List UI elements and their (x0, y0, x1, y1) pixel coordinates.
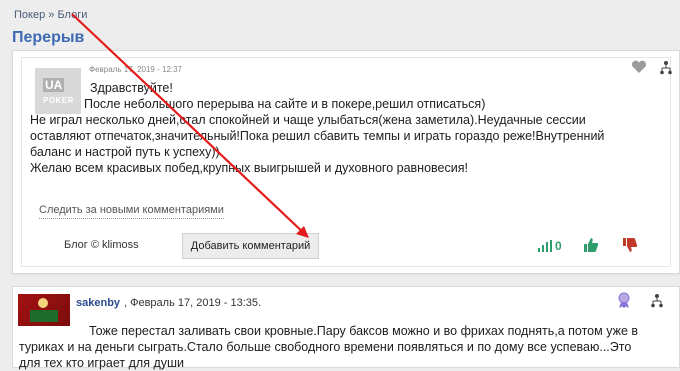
breadcrumb-link-blogs[interactable]: Блоги (57, 9, 87, 21)
post-date: Февраль 17, 2019 - 12:37 (89, 65, 183, 74)
logo: UA POKER (43, 76, 74, 105)
comment-avatar[interactable] (18, 294, 70, 326)
breadcrumb: Покер » Блоги (14, 9, 87, 21)
page-title: Перерыв (12, 29, 85, 46)
post-line: Желаю всем красивых побед,крупных выигры… (30, 161, 468, 175)
post-line: баланс и настрой путь к успеху)) (30, 145, 220, 159)
thumb-down-icon[interactable] (622, 237, 638, 258)
post-line: После небольшого перерыва на сайте и в п… (84, 97, 486, 111)
tree-icon[interactable] (659, 61, 673, 80)
logo-poker: POKER (43, 96, 74, 105)
comment: sakenby , Февраль 17, 2019 - 13:35. Тоже… (12, 286, 680, 370)
post-line: Не играл несколько дней,стал спокойней и… (30, 113, 586, 127)
rating[interactable]: 0 (538, 239, 562, 253)
comment-line: для тех кто играет для души (19, 356, 184, 370)
sun-shape (38, 298, 48, 308)
rating-icon (538, 240, 552, 252)
medal-icon (616, 291, 632, 314)
logo-ua: UA (43, 78, 65, 92)
comment-line: Тоже перестал заливать свои кровные.Пару… (89, 324, 639, 338)
breadcrumb-separator: » (48, 9, 55, 21)
comment-date: , Февраль 17, 2019 - 13:35. (124, 297, 262, 309)
blog-post: UA POKER Февраль 17, 2019 - 12:37 Здравс… (12, 50, 680, 274)
heart-icon[interactable] (631, 60, 647, 79)
author-avatar[interactable]: UA POKER (35, 68, 81, 114)
post-line: Здравствуйте! (90, 81, 173, 95)
blog-author: Блог © klimoss (64, 239, 139, 251)
tree-shape (30, 310, 58, 322)
tree-icon[interactable] (650, 294, 664, 313)
comment-author[interactable]: sakenby (76, 297, 120, 309)
add-comment-button[interactable]: Добавить комментарий (182, 233, 319, 259)
follow-comments-link[interactable]: Следить за новыми комментариями (39, 204, 224, 219)
breadcrumb-link-poker[interactable]: Покер (14, 9, 45, 21)
post-line: оставляют отпечаток,значительный!Пока ре… (30, 129, 605, 143)
comment-line: туриках и на деньги сыграть.Стало больше… (19, 340, 632, 354)
post-inner: UA POKER Февраль 17, 2019 - 12:37 Здравс… (21, 57, 673, 267)
rating-value: 0 (555, 239, 562, 253)
thumb-up-icon[interactable] (583, 237, 599, 258)
